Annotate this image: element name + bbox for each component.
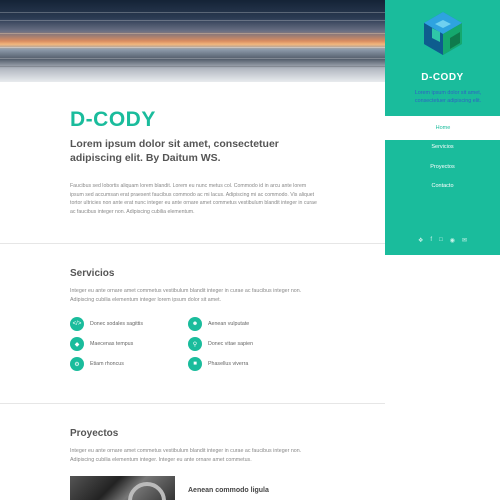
nav-item-contacto[interactable]: Contacto [385, 183, 500, 189]
service-label: Aenean vulputate [208, 321, 250, 327]
facebook-icon[interactable]: f [430, 237, 432, 244]
service-item: </> Donec sodales sagittis [70, 317, 143, 331]
page-tagline: Lorem ipsum dolor sit amet, consectetuer… [70, 138, 279, 164]
nav-item-proyectos[interactable]: Proyectos [385, 164, 500, 170]
cube-icon: ◆ [70, 337, 84, 351]
user-icon: ☻ [188, 317, 202, 331]
sidebar-description: Lorem ipsum dolor sit amet, consectetuer… [414, 90, 482, 104]
code-icon: </> [70, 317, 84, 331]
projects-description: Integer eu ante ornare amet commetus ves… [70, 448, 302, 463]
service-label: Phasellus viverra [208, 361, 249, 367]
section-divider [0, 403, 385, 404]
wrench-icon: ⚙ [70, 357, 84, 371]
social-links: ❖ f □ ◉ ✉ [385, 237, 500, 244]
service-label: Donec sodales sagittis [90, 321, 143, 327]
projects-title: Proyectos [70, 428, 119, 439]
services-title: Servicios [70, 268, 115, 279]
service-label: Etiam rhoncus [90, 361, 124, 367]
service-item: ■ Phasellus viverra [188, 357, 248, 371]
lock-icon: ■ [188, 357, 202, 371]
service-item: ⚙ Etiam rhoncus [70, 357, 124, 371]
project-thumbnail[interactable] [70, 476, 175, 500]
email-icon[interactable]: ✉ [462, 237, 467, 244]
nav-item-home[interactable]: Home [432, 123, 454, 133]
cube-logo-icon[interactable] [420, 10, 466, 56]
service-item: ◆ Maecenas tempus [70, 337, 133, 351]
twitter-icon[interactable]: ❖ [418, 237, 423, 244]
instagram-icon[interactable]: □ [439, 237, 443, 244]
github-icon[interactable]: ◉ [450, 237, 455, 244]
services-description: Integer eu ante ornare amet commetus ves… [70, 288, 302, 303]
hero-image [0, 0, 385, 82]
sidebar-title: D-CODY [421, 72, 464, 83]
service-label: Maecenas tempus [90, 341, 134, 347]
service-item: ☻ Aenean vulputate [188, 317, 249, 331]
intro-paragraph: Faucibus sed lobortis aliquam lorem blan… [70, 183, 317, 216]
section-divider [0, 243, 385, 244]
project-title[interactable]: Aenean commodo ligula [188, 487, 269, 494]
page-title: D-CODY [70, 108, 156, 131]
service-item: ⚲ Donec vitae sapien [188, 337, 253, 351]
search-icon: ⚲ [188, 337, 202, 351]
service-label: Donec vitae sapien [208, 341, 254, 347]
nav-item-servicios[interactable]: Servicios [385, 144, 500, 150]
